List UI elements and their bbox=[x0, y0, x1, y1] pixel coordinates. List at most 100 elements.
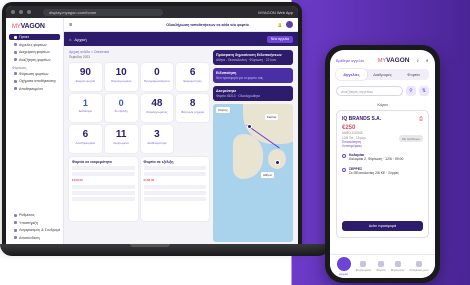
stats-grid: 90 Ενεργά φορτία 10 Ολοκληρωμένα 0 Προγραμματ… bbox=[69, 63, 209, 153]
phone-tabs: Αγγελίες Διαδρομές Φορτία bbox=[336, 69, 429, 80]
browser-profile[interactable]: MYAGON Web App bbox=[258, 10, 293, 15]
menu-icon[interactable]: ☰ bbox=[69, 23, 72, 27]
phone-header: Βρέθηκε αγγελία MYVAGON ♪ ◐ bbox=[330, 50, 435, 67]
sidebar-bottom: Ρυθμίσεις Υποστήριξη Λογαριασμός & Συνδρομ… bbox=[9, 212, 60, 242]
notification-card[interactable]: Δεσμεύτηκε Φορτίο 45213 · Ολοκληρώθηκε bbox=[213, 86, 293, 101]
active-loads-card[interactable]: Φορτία σε εξέλιξη €150.00 bbox=[140, 157, 209, 221]
nav-item[interactable]: Μηνύματα bbox=[390, 261, 405, 272]
sidebar-item[interactable]: Αναζήτηση φορτίων bbox=[9, 57, 60, 63]
notification-card[interactable]: Πρόσφατη δημοσίευση Ειδοποιήσεων Αθήνα - … bbox=[213, 50, 293, 65]
map-pin-icon[interactable] bbox=[247, 124, 252, 129]
url-bar[interactable]: display.myagon.com/home bbox=[43, 8, 163, 16]
nav-item[interactable]: Ρυθμίσεις μου bbox=[410, 261, 428, 272]
card-price: €100.00 bbox=[72, 178, 83, 182]
nav-icon bbox=[415, 261, 422, 267]
sidebar-item[interactable]: Πρακτ bbox=[9, 34, 60, 40]
search-input[interactable]: Αναζήτηση αγγελίας bbox=[336, 86, 403, 96]
phone-app-logo: MYVAGON bbox=[377, 57, 410, 64]
notification-icon[interactable]: 🔔 bbox=[278, 23, 282, 27]
stat-card[interactable]: 3 Διαθεσιμότητα bbox=[140, 125, 174, 153]
stat-value: 6 bbox=[189, 67, 196, 78]
bell-icon[interactable]: ♪ bbox=[416, 58, 419, 64]
bookmark-icon[interactable]: ⎙ bbox=[419, 116, 423, 122]
filter-icon[interactable]: ⚲ bbox=[406, 86, 416, 96]
sidebar-item-label: Αποθηκευμένα bbox=[19, 86, 43, 91]
sidebar-item[interactable]: Διαχείριση φορτίων bbox=[9, 49, 60, 55]
sidebar-item[interactable]: Αγγελίες φορτίων bbox=[9, 42, 60, 48]
topbar-promo[interactable]: Ολοκλήρωση τοποθετήσεων σε κάθε νέο φορτ… bbox=[166, 23, 249, 27]
subbar: ⌂ Αρχική Νέα αγγελία bbox=[64, 32, 298, 46]
stat-card[interactable]: 10 Ολοκληρωμένα bbox=[104, 63, 138, 91]
stat-card[interactable]: 6 Αποθηκευμένα bbox=[69, 125, 102, 153]
route-map[interactable]: Χάρτης Σκόπια Αθήνα bbox=[213, 104, 293, 242]
nav-item[interactable]: Φορτία bbox=[376, 261, 386, 272]
nav-icon bbox=[394, 261, 401, 267]
window-dot-icon[interactable] bbox=[11, 10, 15, 14]
dashboard-content: Αρχική σελίδα > Στατιστικά Περίοδος 2023… bbox=[64, 46, 298, 246]
stat-label: Ακυρωμένα bbox=[113, 141, 129, 145]
details-link[interactable]: Λεπτομέρειες bbox=[342, 144, 423, 148]
stat-value: 10 bbox=[115, 67, 127, 78]
tab-1[interactable]: Διαδρομές bbox=[367, 69, 398, 80]
map-label: Αθήνα bbox=[261, 172, 274, 178]
stat-value: 48 bbox=[151, 98, 163, 109]
profile-icon[interactable]: ◐ bbox=[426, 58, 429, 64]
stat-card[interactable]: 48 Ολοκληρωμένες bbox=[140, 94, 174, 122]
sidebar-item-label: Αποσύνδεση bbox=[19, 235, 40, 240]
sidebar-bottom-item[interactable]: Λογαριασμός & Συνδρομές bbox=[9, 227, 60, 233]
pending-loads-card[interactable]: Φορτία σε εκκρεμότητα €100.00 bbox=[69, 157, 138, 221]
page-title: Αρχική bbox=[74, 36, 87, 42]
app-logo[interactable]: MYVAGON bbox=[9, 21, 60, 34]
stat-value: 0 bbox=[154, 67, 160, 78]
notification-card[interactable]: Ειδοποίηση Νέα προσφορά για το φορτίο σας bbox=[213, 68, 293, 83]
stat-label: Ολοκληρωμένα bbox=[110, 79, 132, 83]
map-pin-icon[interactable] bbox=[275, 160, 280, 165]
stat-card[interactable]: 90 Ενεργά φορτία bbox=[69, 63, 102, 91]
stat-value: 6 bbox=[82, 129, 89, 140]
tab-2[interactable]: Φορτία bbox=[398, 69, 429, 80]
stat-card[interactable]: 1 Διαθέσιμα bbox=[69, 94, 102, 122]
sidebar-item-label: Λογαριασμός & Συνδρομές bbox=[19, 228, 60, 232]
pickup-pin-icon bbox=[342, 154, 346, 159]
view-offer-button[interactable]: Δείτε προσφορά bbox=[342, 221, 423, 231]
phone-screen: Βρέθηκε αγγελία MYVAGON ♪ ◐ Αγγελίες Διαδ… bbox=[330, 50, 435, 278]
activity-column: Πρόσφατη δημοσίευση Ειδοποιήσεων Αθήνα - … bbox=[213, 50, 293, 242]
sidebar-bottom-item[interactable]: Υποστήριξη bbox=[9, 220, 60, 226]
stat-card[interactable]: 0 Προγραμματισμένα bbox=[140, 63, 174, 91]
stat-label: Εκκρεμότητες bbox=[183, 79, 202, 83]
sidebar-subitem[interactable]: Αποθηκευμένα bbox=[9, 86, 60, 92]
notification-text: Φορτίο 45213 · Ολοκληρώθηκε bbox=[216, 93, 261, 98]
main-area: ☰ Ολοκλήρωση τοποθετήσεων σε κάθε νέο φο… bbox=[64, 18, 298, 246]
sort-icon[interactable]: ⇅ bbox=[419, 86, 429, 96]
menu-item-icon bbox=[14, 213, 17, 217]
stat-card[interactable]: 11 Ακυρωμένα bbox=[104, 125, 138, 153]
sidebar-bottom-item[interactable]: Αποσύνδεση bbox=[9, 235, 60, 241]
menu-item-icon bbox=[14, 58, 17, 62]
breadcrumb[interactable]: Αρχική σελίδα > Στατιστικά bbox=[69, 50, 209, 54]
window-dot-icon[interactable] bbox=[19, 10, 23, 14]
stat-value: 0 bbox=[118, 98, 124, 108]
sidebar-subitem[interactable]: Φόρτωση φορτίων bbox=[9, 71, 60, 77]
stat-label: Φόρτωσε σήμερα bbox=[180, 110, 205, 114]
notification-title: Πρόσφατη δημοσίευση Ειδοποιήσεων bbox=[216, 53, 282, 57]
phone: Βρέθηκε αγγελία MYVAGON ♪ ◐ Αγγελίες Διαδ… bbox=[325, 45, 440, 283]
nav-label: Μηνύματα bbox=[390, 268, 405, 272]
sidebar-item-label: Διαχείριση φορτίων bbox=[19, 50, 50, 54]
new-listing-button[interactable]: Νέα αγγελία bbox=[266, 35, 293, 43]
avatar[interactable] bbox=[286, 21, 293, 28]
nav-item[interactable]: Αρχική bbox=[336, 257, 351, 276]
notification-text: Νέα προσφορά για το φορτίο σας bbox=[216, 75, 264, 80]
sidebar-item-label: Οχήματα αποθήκευσης bbox=[19, 79, 57, 83]
tab-0[interactable]: Αγγελίες bbox=[336, 69, 367, 80]
sidebar-bottom-item[interactable]: Ρυθμίσεις bbox=[9, 212, 60, 218]
nav-item[interactable]: Φορτώματα bbox=[356, 261, 371, 272]
stat-card[interactable]: 8 Φόρτωσε σήμερα bbox=[176, 94, 209, 122]
window-dot-icon[interactable] bbox=[27, 10, 31, 14]
stat-card[interactable]: 6 Εκκρεμότητες bbox=[176, 63, 209, 91]
map-tab[interactable]: Χάρτης bbox=[216, 107, 230, 113]
bottom-nav: Αρχική Φορτώματα Φορτία Μηνύματα Ρυθμίσεις μ… bbox=[330, 254, 435, 278]
listing-card[interactable]: IQ BRANDS S.A. ⎙ €250 #ΑΦΩ-102543 12/6 Τ… bbox=[336, 110, 429, 238]
nav-label: Αρχική bbox=[338, 272, 349, 276]
stat-card[interactable]: 0 Σε εξέλιξη bbox=[104, 94, 138, 122]
sidebar-subitem[interactable]: Οχήματα αποθήκευσης bbox=[9, 78, 60, 84]
